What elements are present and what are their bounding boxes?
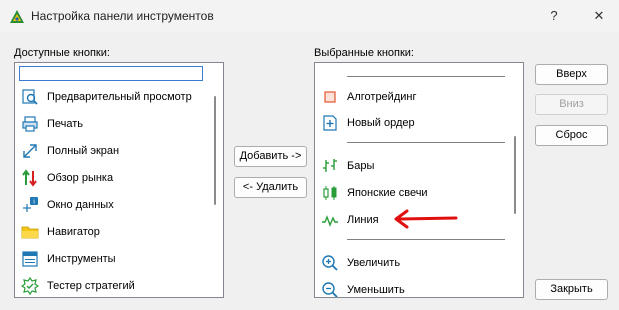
line-chart-icon [322,214,338,227]
algo-trading-icon [324,90,336,103]
scrollbar-thumb[interactable] [514,136,516,214]
candlesticks-icon [323,185,337,200]
strategy-tester-icon [21,276,39,295]
list-item[interactable]: Уменьшить [315,276,405,297]
list-item-label: Новый ордер [347,116,415,129]
list-item[interactable]: Алготрейдинг [315,83,416,110]
printer-icon [22,115,38,132]
separator [347,142,505,143]
add-button[interactable]: Добавить -> [234,146,307,167]
list-item-label: Инструменты [47,252,116,265]
list-item[interactable]: Обзор рынка [15,164,113,191]
list-item[interactable]: Инструменты [15,245,116,272]
svg-text:i: i [33,197,35,205]
list-item[interactable]: Бары [315,152,374,179]
move-up-button[interactable]: Вверх [535,64,608,85]
available-buttons-label: Доступные кнопки: [14,47,110,59]
separator [347,76,505,77]
scrollbar-thumb[interactable] [214,96,216,205]
list-item-label: Линия [347,213,379,226]
selected-buttons-list[interactable]: Алготрейдинг Новый ордер Бары Японские с… [314,62,524,298]
zoom-in-icon [322,254,338,271]
list-item-label: Предварительный просмотр [47,90,192,103]
list-item-label: Полный экран [47,144,120,157]
selected-buttons-label: Выбранные кнопки: [314,47,414,59]
list-item-label: Навигатор [47,225,100,238]
list-item[interactable]: Полный экран [15,137,119,164]
bar-chart-icon [323,158,337,172]
list-item-label: Обзор рынка [47,171,114,184]
navigator-folder-icon [21,226,39,238]
close-button[interactable]: Закрыть [535,279,608,300]
list-item[interactable]: i Окно данных [15,191,114,218]
list-item-label: Бары [347,159,375,172]
reset-button[interactable]: Сброс [535,125,608,146]
annotation-arrow-icon [394,209,458,229]
list-item[interactable]: Увеличить [315,249,400,276]
move-down-button[interactable]: Вниз [535,94,608,115]
fullscreen-icon [23,143,37,158]
separator-edit-row[interactable] [19,66,203,81]
list-item-label: Тестер стратегий [47,279,135,292]
app-logo-icon [10,10,24,23]
list-item-label: Японские свечи [347,186,428,199]
separator [347,239,505,240]
window-title: Настройка панели инструментов [31,9,214,23]
list-item[interactable]: Навигатор [15,218,100,245]
available-buttons-list[interactable]: Предварительный просмотр Печать Полный э… [14,62,224,298]
close-window-button[interactable]: ✕ [588,6,610,26]
list-item-label: Окно данных [47,198,114,211]
list-item-label: Алготрейдинг [347,90,417,103]
help-button[interactable]: ? [543,6,565,26]
list-item-label: Уменьшить [347,283,405,296]
list-item[interactable]: Печать [15,110,83,137]
list-item[interactable]: Линия [315,206,379,233]
list-item-label: Печать [47,117,84,130]
toolbox-icon [22,250,38,267]
new-order-icon [323,114,337,131]
remove-button[interactable]: <- Удалить [234,177,307,198]
print-preview-icon [22,88,38,105]
list-item[interactable]: Тестер стратегий [15,272,135,297]
zoom-out-icon [322,281,338,297]
list-item[interactable]: Японские свечи [315,179,428,206]
list-item[interactable]: Новый ордер [315,109,415,136]
title-bar: Настройка панели инструментов ? ✕ [0,0,619,32]
list-item-label: Увеличить [347,256,401,269]
market-watch-icon [22,168,37,187]
list-item[interactable]: Предварительный просмотр [15,83,192,110]
data-window-icon: i [23,196,38,212]
